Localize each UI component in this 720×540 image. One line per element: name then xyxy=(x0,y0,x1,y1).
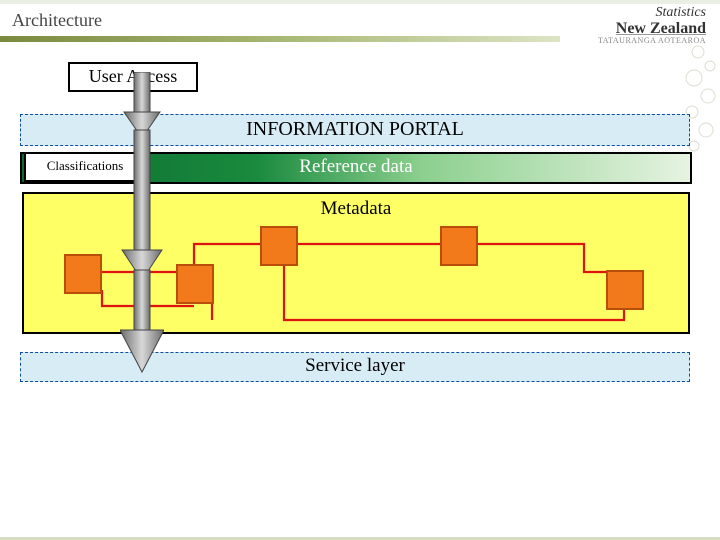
slide-title: Architecture xyxy=(12,10,102,31)
stats-nz-logo: Statistics New Zealand TATAURANGA AOTEAR… xyxy=(598,6,706,46)
service-layer-bar: Service layer xyxy=(20,352,690,382)
classifications-box: Classifications xyxy=(24,152,146,182)
metadata-panel: Metadata xyxy=(22,192,690,334)
metadata-label: Metadata xyxy=(24,198,688,220)
user-access-label: User Access xyxy=(89,66,177,86)
header-accent-bar xyxy=(0,36,560,42)
information-portal-label: INFORMATION PORTAL xyxy=(246,118,464,140)
input-data-environment-panel: FACT FACT Input Data Environment xyxy=(20,370,690,530)
fact-label: FACT xyxy=(175,425,220,445)
metadata-node-1 xyxy=(64,254,102,294)
metadata-node-5 xyxy=(606,270,644,310)
fact-label: FACT xyxy=(297,425,342,445)
logo-line2: New Zealand xyxy=(598,21,706,38)
user-access-box: User Access xyxy=(68,62,198,92)
logo-line1: Statistics xyxy=(598,6,706,21)
reference-data-label: Reference data xyxy=(299,156,412,177)
metadata-node-2 xyxy=(176,264,214,304)
input-data-environment-label: Input Data Environment xyxy=(21,499,689,521)
header-top-rule xyxy=(0,0,720,4)
fact-box-2: FACT xyxy=(273,401,365,471)
service-layer-label: Service layer xyxy=(305,355,405,376)
classifications-label: Classifications xyxy=(47,158,124,173)
metadata-node-3 xyxy=(260,226,298,266)
information-portal-bar: INFORMATION PORTAL xyxy=(20,114,690,146)
fact-box-1: FACT xyxy=(151,401,243,471)
metadata-node-4 xyxy=(440,226,478,266)
